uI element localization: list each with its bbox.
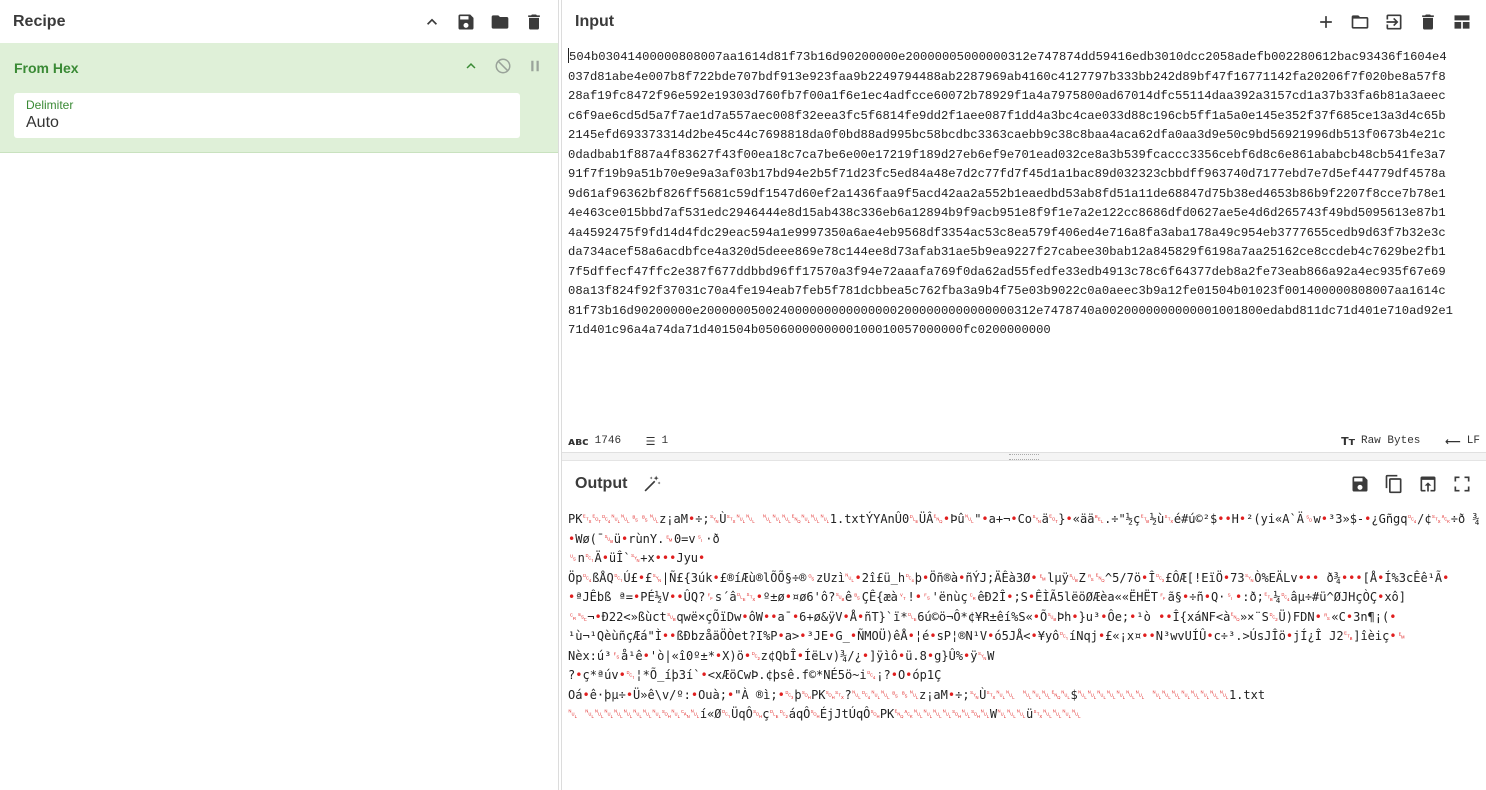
recipe-title: Recipe bbox=[13, 12, 66, 30]
replace-input-icon[interactable] bbox=[1417, 473, 1439, 495]
maximize-icon[interactable] bbox=[1451, 473, 1473, 495]
input-line: 28af19fc8472f96e592e19303d760fb7f00a1f6e… bbox=[568, 89, 1446, 103]
output-line: •ªJÊbß ª=•PÉ½V••ÛQ?␌s´â␐␂•º±ø•¤ø6'ô?␚ê␈Ç… bbox=[568, 590, 1406, 604]
layout-icon[interactable] bbox=[1451, 11, 1473, 33]
font-selector[interactable]: Tт Raw Bytes bbox=[1341, 435, 1420, 448]
output-line: PK␃␄␔␀␀␈␈␀z¡aM•÷;␖Ù␂␀␀ ␀␀␀␅␀␀␀1.txtÝYAnÛ… bbox=[568, 512, 1480, 526]
output-line: ?•ç*ªúv•␑¦*Õ_íþ3í`•<xÆöCwÞ.¢þsê.f©*NÉ5ö~… bbox=[568, 668, 942, 682]
open-folder-icon[interactable] bbox=[1349, 11, 1371, 33]
output-line: ␟n␑Ä•üÎ`␖+x•••Jyu• bbox=[568, 551, 706, 565]
output-textarea[interactable]: PK␃␄␔␀␀␈␈␀z¡aM•÷;␖Ù␂␀␀ ␀␀␀␅␀␀␀1.txtÝYAnÛ… bbox=[562, 508, 1486, 790]
input-textarea[interactable]: 504b03041400000808007aa1614d81f73b16d902… bbox=[562, 43, 1486, 431]
io-pane: Input 504b03041400000808007aa1614d81f73b… bbox=[561, 0, 1486, 790]
operation-header: From Hex bbox=[14, 43, 544, 93]
input-line: 037d81abe4e007b8f722bde707bdf913e923faa9… bbox=[568, 69, 1446, 84]
magic-wand-icon[interactable] bbox=[641, 473, 663, 495]
lines-stat: ☰ 1 bbox=[646, 435, 668, 448]
copy-icon[interactable] bbox=[1383, 473, 1405, 495]
input-line: c6f9ae6cd5d5a7f7ae1d7a557aec008f32eea3fc… bbox=[568, 108, 1446, 123]
recipe-operation-from-hex[interactable]: From Hex Delimiter Auto bbox=[0, 43, 558, 153]
output-text: PK␃␄␔␀␀␈␈␀z¡aM•÷;␖Ù␂␀␀ ␀␀␀␅␀␀␀1.txtÝYAnÛ… bbox=[568, 510, 1486, 725]
disable-icon[interactable] bbox=[494, 57, 512, 80]
input-line: 0dadbab1f887a4f83627f43f00ea18c7ca7be6e0… bbox=[568, 147, 1446, 162]
font-label: Raw Bytes bbox=[1360, 435, 1421, 447]
save-icon[interactable] bbox=[455, 11, 477, 33]
input-line: 9d61af96362bf826ff5681c59df1547d60ef2a14… bbox=[568, 186, 1446, 201]
pane-resize-handle[interactable] bbox=[562, 453, 1486, 461]
input-line: da734acef58a6acdbfce4a320d5deee869e78c14… bbox=[568, 245, 1446, 259]
output-line: ¹ù¬¹QèùñçÆá"Ì••ßÐbzåäÖÒet?I%P•a>•³JE•G_•… bbox=[568, 629, 1407, 643]
input-line: 08a13f824f92f37031c70a4fe194eab7feb5f781… bbox=[568, 284, 1446, 298]
lines-value: 1 bbox=[661, 435, 669, 447]
recipe-header: Recipe bbox=[0, 0, 558, 43]
collapse-icon[interactable] bbox=[462, 57, 480, 80]
eol-label: LF bbox=[1466, 435, 1480, 447]
output-line: Oá•ê·þµ÷•Ü»ê\v/º:•Ouà;•"À ®ì;•␓þ␁PK␁␂?␀␔… bbox=[568, 687, 1266, 702]
length-icon: ᴀʙᴄ bbox=[568, 434, 589, 448]
length-value: 1746 bbox=[594, 435, 622, 447]
input-line: 2145efd693373314d2be45c44c7698818da0f0bd… bbox=[568, 128, 1446, 142]
output-line: ␀ ␀␀␀␀␀␀␀␀␁␀␘␀í«Ø␑ÜqÔ␁ç␐­␒áqÔ␁ÉjJtÚqÔ␁PK… bbox=[568, 707, 1082, 721]
input-header: Input bbox=[562, 0, 1486, 43]
input-line: 81f73b16d90200000e2000000500240000000000… bbox=[568, 303, 1453, 318]
operation-title: From Hex bbox=[14, 60, 79, 76]
eol-selector[interactable]: ⟵ LF bbox=[1445, 435, 1480, 448]
input-line: 4e463ce015bbd7af531edc2946444e8d15ab438c… bbox=[568, 206, 1446, 220]
eol-arrow-icon: ⟵ bbox=[1445, 434, 1461, 448]
recipe-toolbar bbox=[421, 11, 545, 33]
input-title: Input bbox=[575, 12, 615, 30]
delimiter-label: Delimiter bbox=[26, 98, 74, 112]
input-line: 71d401c96a4a74da71d401504b05060000000001… bbox=[568, 323, 1051, 337]
folder-icon[interactable] bbox=[489, 11, 511, 33]
input-line: 504b03041400000808007aa1614d81f73b16d902… bbox=[569, 50, 1447, 64]
input-line: 91f7f19b9a51b70e9e9a3af03b17bd94e2b5f71d… bbox=[568, 167, 1446, 181]
length-stat: ᴀʙᴄ 1746 bbox=[568, 435, 621, 448]
delimiter-value[interactable]: Auto bbox=[26, 114, 508, 132]
lines-icon: ☰ bbox=[645, 434, 656, 448]
input-line: 4a4592475f9fd14d4fdc29eac594a1e9997350a6… bbox=[568, 225, 1446, 240]
open-file-icon[interactable] bbox=[1383, 11, 1405, 33]
clear-input-icon[interactable] bbox=[1417, 11, 1439, 33]
output-line: Nèx:ú³␜å¹ê•'ò|«î0º±*•X)ö•␒z¢QbÎ•ÍëLv)¾/¿… bbox=[568, 648, 995, 663]
input-toolbar bbox=[1315, 11, 1473, 33]
text-format-icon: Tт bbox=[1341, 434, 1355, 448]
output-toolbar bbox=[1349, 473, 1473, 495]
output-line: Öp␔ßÅQ␑Ú£•£␖|Ñ£{3úk•£®íÆù®lÕÕ§÷®␝zUzì␀•2… bbox=[568, 570, 1450, 585]
output-header: Output bbox=[562, 462, 1486, 505]
recipe-pane: Recipe From Hex Delimiter Auto bbox=[0, 0, 559, 790]
input-text: 504b03041400000808007aa1614d81f73b16d902… bbox=[568, 50, 1453, 337]
trash-icon[interactable] bbox=[523, 11, 545, 33]
input-status-bar: ᴀʙᴄ 1746 ☰ 1 Tт Raw Bytes ⟵ LF bbox=[562, 431, 1486, 453]
output-line: •Wø(¯␚ü•rùnY.␙0=v␏·ð bbox=[568, 531, 720, 546]
output-title: Output bbox=[575, 474, 628, 492]
save-output-icon[interactable] bbox=[1349, 473, 1371, 495]
add-tab-icon[interactable] bbox=[1315, 11, 1337, 33]
chevron-up-icon[interactable] bbox=[421, 11, 443, 33]
input-line: 7f5dffecf47ffc2e387f677ddbbd96ff17570a3f… bbox=[568, 264, 1446, 279]
output-line: ␍␛¬•Ð22<»ßùct␚qwë×çÕïDw•ôW••a¯•6+ø&ÿV•Å•… bbox=[568, 609, 1397, 624]
pause-icon[interactable] bbox=[526, 57, 544, 80]
operation-controls bbox=[462, 57, 544, 80]
delimiter-field[interactable]: Delimiter Auto bbox=[14, 93, 520, 138]
